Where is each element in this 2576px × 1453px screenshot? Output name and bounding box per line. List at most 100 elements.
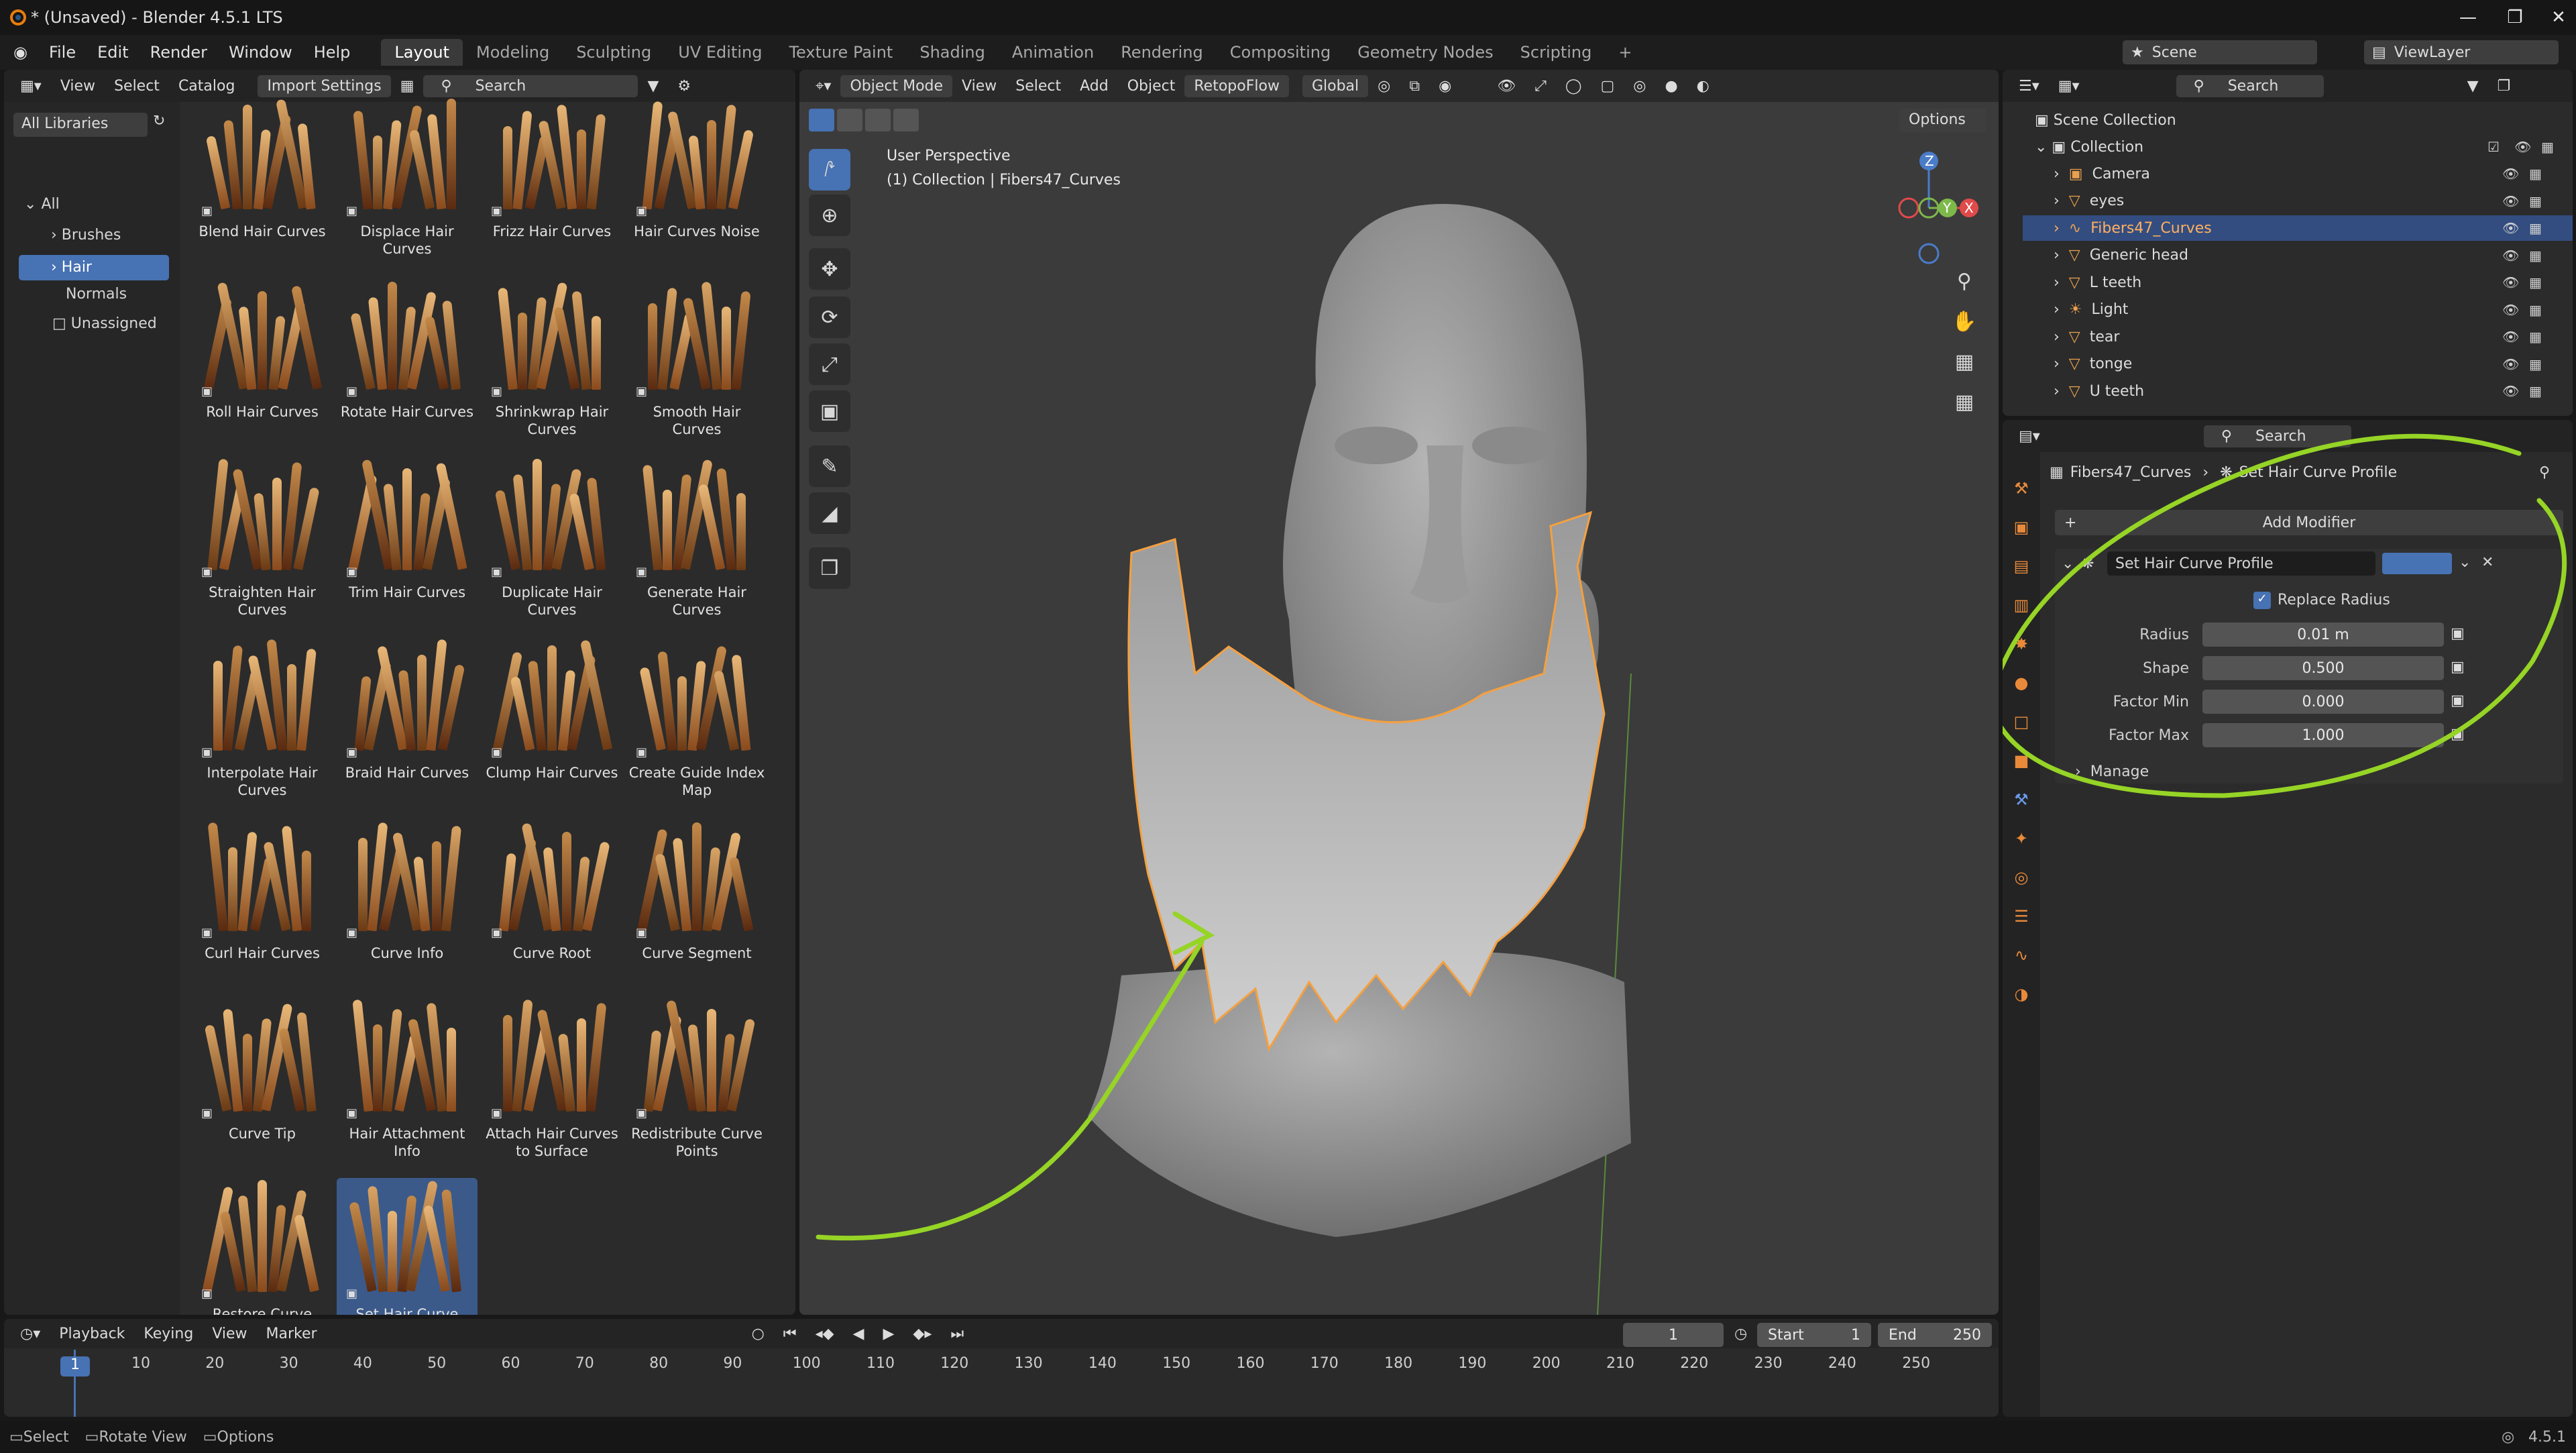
catalog-unassigned[interactable]: □ Unassigned (52, 315, 157, 332)
settings-gear-icon[interactable]: ⚙ (668, 78, 700, 95)
eye-icon[interactable]: 👁 (2502, 193, 2519, 209)
menu-render[interactable]: Render (139, 43, 218, 62)
scene-collection-row[interactable]: ▣ Scene Collection (2035, 107, 2573, 133)
eye-icon[interactable]: 👁 (2502, 302, 2519, 318)
menu-select[interactable]: Select (105, 78, 169, 95)
asset-item[interactable]: ▣ Roll Hair Curves (192, 276, 333, 421)
jump-end-icon[interactable]: ⏭ (941, 1326, 973, 1342)
tab-compositing[interactable]: Compositing (1217, 39, 1344, 66)
import-settings-dropdown[interactable]: Import Settings (258, 74, 391, 97)
filter-icon[interactable]: ▼ (638, 78, 668, 95)
camera-render-icon[interactable]: ▦ (2529, 329, 2542, 345)
refresh-icon[interactable]: ↻ (153, 113, 176, 137)
camera-render-icon[interactable]: ▦ (2529, 383, 2542, 399)
outliner-editor-type-icon[interactable]: ☰▾ (2009, 78, 2049, 95)
expand-arrow-icon[interactable]: › (2054, 220, 2069, 237)
menu-keying[interactable]: Keying (134, 1326, 203, 1342)
menu-window[interactable]: Window (218, 43, 303, 62)
menu-playback[interactable]: Playback (50, 1326, 134, 1342)
expand-arrow-icon[interactable]: › (2054, 383, 2069, 400)
outliner-filter-icon[interactable]: ▼ (2458, 78, 2488, 95)
asset-item[interactable]: ▣ Duplicate Hair Curves (482, 456, 622, 618)
asset-item[interactable]: ▣ Interpolate Hair Curves (192, 637, 333, 799)
asset-item[interactable]: ▣ Curve Info (337, 817, 478, 962)
asset-item[interactable]: ▣ Create Guide Index Map (626, 637, 767, 799)
tab-modeling[interactable]: Modeling (463, 39, 563, 66)
asset-item[interactable]: ▣ Displace Hair Curves (337, 95, 478, 258)
camera-render-icon[interactable]: ▦ (2529, 356, 2542, 372)
outliner-item[interactable]: › ▽ Generic head 👁 ▦ (2023, 243, 2573, 268)
asset-item[interactable]: ▣ Straighten Hair Curves (192, 456, 333, 618)
collection-row[interactable]: ⌄ ▣ Collection ☑ 👁 ▦ (2035, 134, 2573, 160)
record-icon[interactable]: ○ (742, 1326, 774, 1342)
camera-render-icon[interactable]: ▦ (2529, 274, 2542, 290)
close-window-icon[interactable]: ✕ (2538, 4, 2576, 31)
jump-keyframe-back-icon[interactable]: ◂◆ (806, 1326, 844, 1342)
eye-icon[interactable]: 👁 (2502, 248, 2519, 264)
end-frame-field[interactable]: End 250 (1878, 1323, 1992, 1347)
tab-sculpting[interactable]: Sculpting (563, 39, 665, 66)
asset-item[interactable]: ▣ Curl Hair Curves (192, 817, 333, 962)
eye-icon[interactable]: 👁 (2502, 220, 2519, 236)
menu-help[interactable]: Help (303, 43, 361, 62)
asset-item[interactable]: ▣ Curve Tip (192, 998, 333, 1142)
asset-item[interactable]: ▣ Shrinkwrap Hair Curves (482, 276, 622, 438)
tab-uv-editing[interactable]: UV Editing (665, 39, 775, 66)
expand-arrow-icon[interactable]: › (2054, 193, 2069, 209)
asset-item[interactable]: ▣ Generate Hair Curves (626, 456, 767, 618)
minimize-icon[interactable]: — (2448, 4, 2488, 31)
add-workspace-icon[interactable]: + (1605, 39, 1645, 66)
asset-item[interactable]: ▣ Braid Hair Curves (337, 637, 478, 782)
library-selector[interactable]: All Libraries (13, 113, 148, 137)
catalog-hair[interactable]: › Hair (19, 255, 169, 280)
data-tab-icon[interactable]: ∿ (2008, 946, 2035, 973)
asset-item[interactable]: ▣ Set Hair Curve Profile (337, 1178, 478, 1315)
blender-menu-icon[interactable]: ◉ (0, 43, 38, 62)
camera-render-icon[interactable]: ▦ (2529, 248, 2542, 264)
outliner-item[interactable]: › ▽ U teeth 👁 ▦ (2023, 378, 2573, 404)
jump-start-icon[interactable]: ⏮ (774, 1326, 806, 1342)
display-mode-icon[interactable]: ▦▾ (2049, 78, 2089, 95)
menu-file[interactable]: File (38, 43, 87, 62)
restore-icon[interactable]: ❐ (2495, 4, 2535, 31)
collection-render-icon[interactable]: ▦ (2541, 139, 2554, 155)
collection-eye-icon[interactable]: 👁 (2514, 139, 2531, 155)
asset-item[interactable]: ▣ Hair Attachment Info (337, 998, 478, 1160)
play-reverse-icon[interactable]: ◀ (844, 1326, 874, 1342)
eye-icon[interactable]: 👁 (2502, 274, 2519, 290)
asset-search-input[interactable]: ⚲ Search (423, 74, 638, 97)
tab-animation[interactable]: Animation (999, 39, 1107, 66)
eye-icon[interactable]: 👁 (2502, 329, 2519, 345)
outliner-item[interactable]: › ▽ tear 👁 ▦ (2023, 324, 2573, 349)
expand-arrow-icon[interactable]: › (2054, 166, 2069, 182)
camera-render-icon[interactable]: ▦ (2529, 220, 2542, 236)
tab-rendering[interactable]: Rendering (1107, 39, 1217, 66)
eye-icon[interactable]: 👁 (2502, 166, 2519, 182)
current-frame-field[interactable]: 1 (1623, 1323, 1724, 1347)
menu-marker[interactable]: Marker (257, 1326, 327, 1342)
asset-item[interactable]: ▣ Redistribute Curve Points (626, 998, 767, 1160)
catalog-brushes[interactable]: › Brushes (51, 227, 121, 244)
catalog-all[interactable]: ⌄ All (24, 196, 60, 213)
outliner-item[interactable]: › ▣ Camera 👁 ▦ (2023, 161, 2573, 186)
collection-checkbox-icon[interactable]: ☑ (2487, 139, 2500, 155)
asset-item[interactable]: ▣ Frizz Hair Curves (482, 95, 622, 240)
outliner-item[interactable]: › ∿ Fibers47_Curves 👁 ▦ (2023, 215, 2573, 241)
new-collection-icon[interactable]: ❐ (2488, 78, 2520, 95)
camera-render-icon[interactable]: ▦ (2529, 302, 2542, 318)
camera-render-icon[interactable]: ▦ (2529, 193, 2542, 209)
outliner-item[interactable]: › ▽ tonge 👁 ▦ (2023, 352, 2573, 377)
expand-arrow-icon[interactable]: › (2054, 356, 2069, 372)
menu-timeline-view[interactable]: View (203, 1326, 256, 1342)
eye-icon[interactable]: 👁 (2502, 356, 2519, 372)
display-mode-icon[interactable]: ▦ (391, 78, 424, 95)
asset-item[interactable]: ▣ Clump Hair Curves (482, 637, 622, 782)
expand-arrow-icon[interactable]: › (2054, 329, 2069, 345)
eye-icon[interactable]: 👁 (2502, 383, 2519, 399)
outliner-search-input[interactable]: ⚲ Search (2176, 74, 2324, 97)
camera-render-icon[interactable]: ▦ (2529, 166, 2542, 182)
tab-geometry-nodes[interactable]: Geometry Nodes (1344, 39, 1506, 66)
jump-keyframe-forward-icon[interactable]: ◆▸ (903, 1326, 941, 1342)
tab-shading[interactable]: Shading (906, 39, 999, 66)
menu-edit[interactable]: Edit (87, 43, 139, 62)
